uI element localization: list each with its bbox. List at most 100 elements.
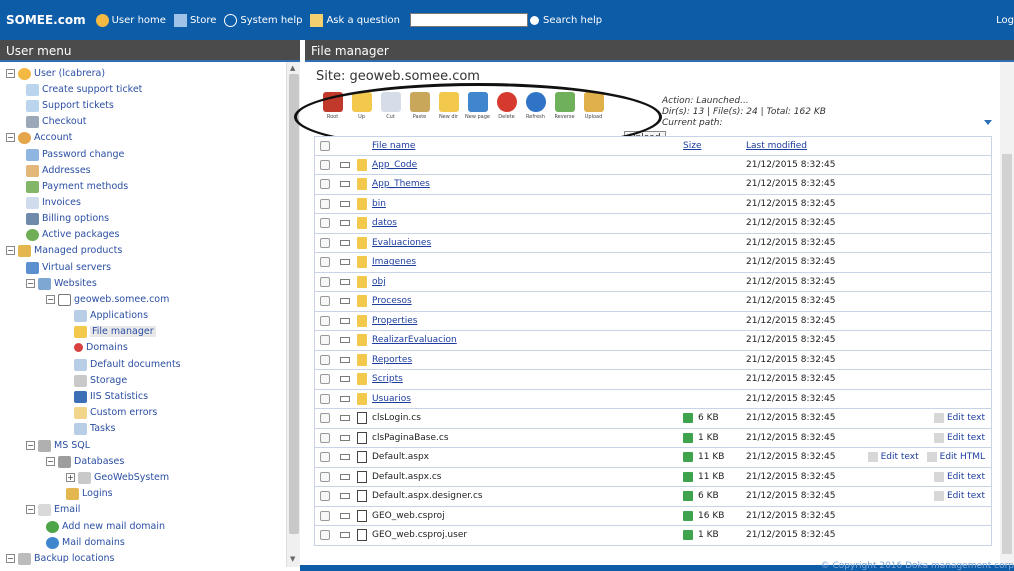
expand-icon[interactable]: + [66,473,75,482]
row-checkbox[interactable] [320,491,330,502]
tree-backup-locations[interactable]: − Backup locations [6,551,115,566]
tree-custom-errors[interactable]: Custom errors [74,405,157,420]
edit-text-button[interactable]: Edit text [867,452,919,463]
collapse-icon[interactable]: − [26,279,35,288]
left-scrollbar[interactable]: ▲ ▼ [286,62,300,567]
collapse-icon[interactable]: − [46,457,55,466]
tree-domains[interactable]: Domains [74,340,128,355]
collapse-icon[interactable]: − [6,69,15,78]
row-checkbox[interactable] [320,296,330,307]
file-name[interactable]: RealizarEvaluacion [372,335,457,345]
tree-password-change[interactable]: Password change [26,147,124,162]
tree-site-geoweb[interactable]: − geoweb.somee.com [46,292,169,307]
store-link[interactable]: Store [173,13,216,27]
tree-user[interactable]: − User (lcabrera) [6,66,105,81]
row-properties-icon[interactable] [340,161,350,168]
file-name[interactable]: Default.aspx [372,452,429,462]
row-checkbox[interactable] [320,159,330,170]
row-checkbox[interactable] [320,354,330,365]
row-checkbox[interactable] [320,198,330,209]
row-properties-icon[interactable] [340,376,350,383]
row-checkbox[interactable] [320,374,330,385]
collapse-icon[interactable]: − [6,246,15,255]
user-home-link[interactable]: User home [95,13,166,27]
cut-button[interactable]: Cut [376,92,405,120]
collapse-icon[interactable]: − [6,133,15,142]
row-properties-icon[interactable] [340,278,350,285]
row-properties-icon[interactable] [340,532,350,539]
tree-storage[interactable]: Storage [74,373,127,388]
up-button[interactable]: Up [347,92,376,120]
tree-virtual-servers[interactable]: Virtual servers [26,260,111,275]
row-checkbox[interactable] [320,510,330,521]
download-icon[interactable] [683,530,693,541]
row-properties-icon[interactable] [340,239,350,246]
row-properties-icon[interactable] [340,493,350,500]
row-properties-icon[interactable] [340,473,350,480]
edit-text-button[interactable]: Edit text [933,413,985,424]
row-properties-icon[interactable] [340,356,350,363]
new-page-button[interactable]: New page [463,92,492,120]
row-properties-icon[interactable] [340,259,350,266]
file-name[interactable]: GEO_web.csproj.user [372,530,467,540]
row-properties-icon[interactable] [340,415,350,422]
delete-button[interactable]: Delete [492,92,521,120]
left-scroll-thumb[interactable] [289,74,299,534]
row-checkbox[interactable] [320,335,330,346]
row-checkbox[interactable] [320,179,330,190]
tree-account[interactable]: − Account [6,130,72,145]
right-scroll-thumb[interactable] [1002,154,1012,554]
tree-active-packages[interactable]: Active packages [26,227,119,242]
row-properties-icon[interactable] [340,220,350,227]
brand-logo[interactable]: SOMEE.com [6,13,86,27]
collapse-icon[interactable]: − [26,505,35,514]
row-properties-icon[interactable] [340,200,350,207]
tree-iis-statistics[interactable]: IIS Statistics [74,389,148,404]
edit-text-button[interactable]: Edit text [933,491,985,502]
file-name[interactable]: App_Themes [372,179,430,189]
row-properties-icon[interactable] [340,298,350,305]
column-size[interactable]: Size [683,141,701,151]
collapse-icon[interactable]: − [46,295,55,304]
row-properties-icon[interactable] [340,317,350,324]
download-icon[interactable] [683,471,693,482]
file-name[interactable]: Scripts [372,374,403,384]
tree-addresses[interactable]: Addresses [26,163,91,178]
ask-question-link[interactable]: Ask a question [310,13,400,27]
file-name[interactable]: GEO_web.csproj [372,511,445,521]
file-name[interactable]: Default.aspx.cs [372,472,442,482]
collapse-arrow-icon[interactable] [984,120,992,125]
file-name[interactable]: Usuarios [372,394,411,404]
row-checkbox[interactable] [320,452,330,463]
file-name[interactable]: Properties [372,316,417,326]
refresh-button[interactable]: Refresh [521,92,550,120]
tree-ms-sql[interactable]: − MS SQL [26,438,90,453]
row-checkbox[interactable] [320,432,330,443]
paste-button[interactable]: Paste [405,92,434,120]
download-icon[interactable] [683,452,693,463]
column-file-name[interactable]: File name [372,141,415,151]
row-checkbox[interactable] [320,393,330,404]
file-name[interactable]: Procesos [372,296,412,306]
file-name[interactable]: clsPaginaBase.cs [372,433,449,443]
collapse-icon[interactable]: − [6,554,15,563]
file-name[interactable]: bin [372,199,386,209]
tree-checkout[interactable]: Checkout [26,114,86,129]
tree-tasks[interactable]: Tasks [74,421,115,436]
row-checkbox[interactable] [320,315,330,326]
tree-add-mail-domain[interactable]: Add new mail domain [46,519,165,534]
edit-text-button[interactable]: Edit text [933,432,985,443]
row-checkbox[interactable] [320,530,330,541]
file-name[interactable]: clsLogin.cs [372,413,421,423]
row-checkbox[interactable] [320,471,330,482]
download-icon[interactable] [683,491,693,502]
tree-databases[interactable]: − Databases [46,454,124,469]
right-scrollbar[interactable] [1000,62,1014,571]
edit-text-button[interactable]: Edit text [933,471,985,482]
file-name[interactable]: obj [372,277,386,287]
tree-invoices[interactable]: Invoices [26,195,81,210]
download-icon[interactable] [683,510,693,521]
row-checkbox[interactable] [320,413,330,424]
tree-applications[interactable]: Applications [74,308,148,323]
reverse-button[interactable]: Reverse [550,92,579,120]
